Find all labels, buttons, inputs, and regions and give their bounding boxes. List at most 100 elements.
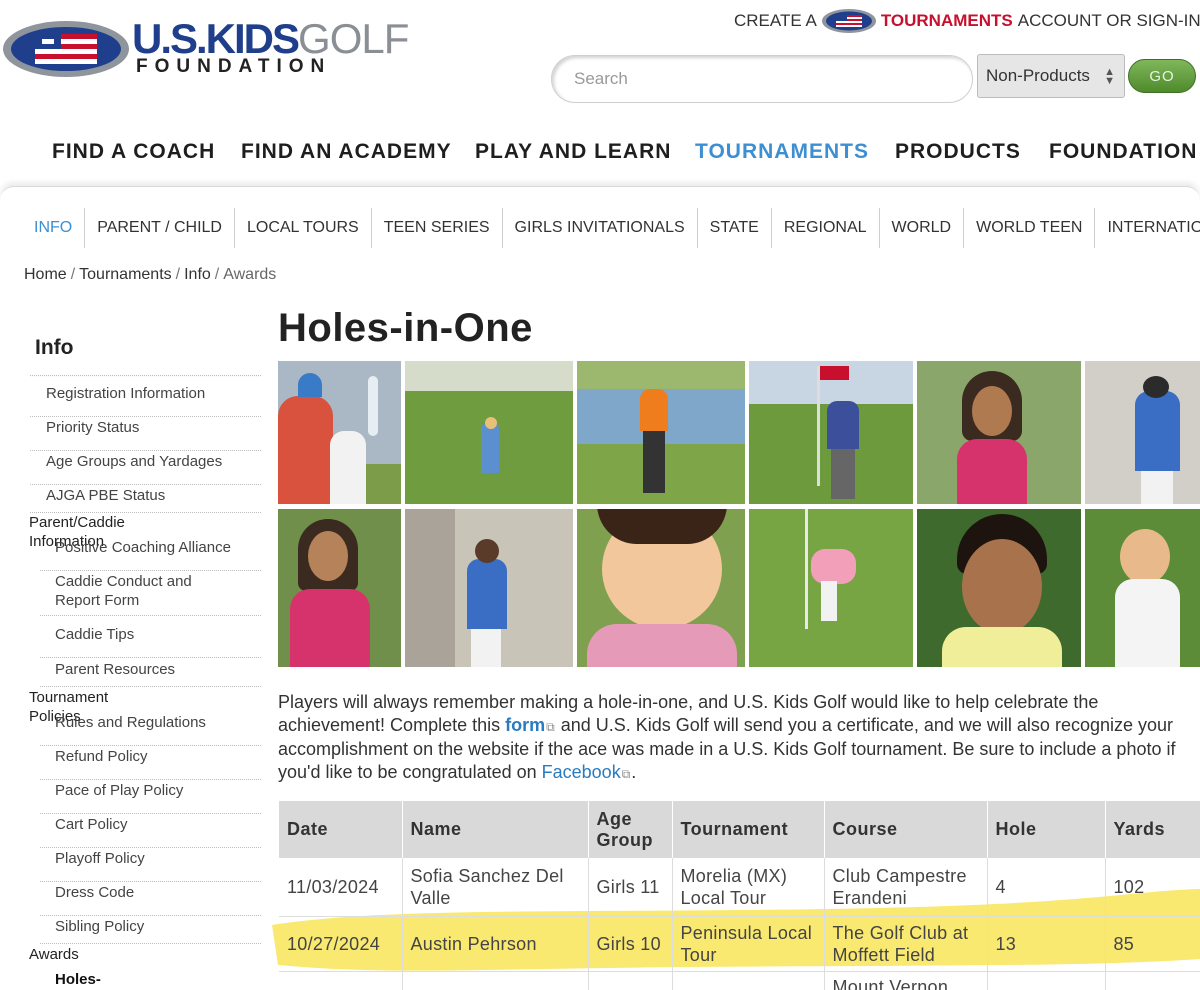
cell-tournament: Peninsula Local Tour [672, 916, 825, 972]
sidebar-item-holes-in-one[interactable]: Holes-in-One [40, 970, 101, 990]
sidebar-item-sibling-policy[interactable]: Sibling Policy [40, 917, 261, 944]
logo-subtitle: FOUNDATION [136, 56, 332, 77]
subnav-girls-invitationals[interactable]: GIRLS INVITATIONALS [501, 208, 697, 248]
search-field[interactable] [551, 55, 973, 103]
cell-course: The Golf Club at Moffett Field [824, 916, 988, 972]
account-link[interactable]: CREATE A TOURNAMENTS ACCOUNT OR SIGN-IN [734, 8, 1200, 34]
external-link-icon: ⧉ [621, 766, 631, 781]
subnav-world-teen[interactable]: WORLD TEEN [963, 208, 1094, 248]
account-tournaments: TOURNAMENTS [880, 11, 1013, 30]
chevron-updown-icon: ▲ ▼ [1104, 66, 1115, 87]
sidebar-item-playoff-policy[interactable]: Playoff Policy [40, 849, 261, 882]
photo-gallery [278, 361, 1200, 667]
nav-tournaments[interactable]: TOURNAMENTS [695, 140, 869, 164]
gallery-photo [577, 361, 745, 504]
go-button[interactable]: GO [1128, 59, 1196, 93]
sidebar-item-positive-coaching-alliance[interactable]: Positive Coaching Alliance [40, 538, 261, 571]
nav-find-an-academy[interactable]: FIND AN ACADEMY [241, 140, 452, 164]
breadcrumb: Home / Tournaments / Info / Awards [24, 266, 277, 283]
flag-logo-icon [3, 21, 129, 77]
gallery-photo [405, 509, 573, 667]
cell-age-group: Girls 10 [588, 916, 673, 972]
sidebar-item-refund-policy[interactable]: Refund Policy [40, 747, 261, 780]
cell-yards: 102 [1105, 858, 1200, 917]
nav-foundation[interactable]: FOUNDATION [1049, 140, 1197, 164]
sidebar-title: Info [35, 336, 74, 359]
col-header-name: Name [402, 801, 589, 858]
cell-tournament [672, 971, 825, 990]
nav-products[interactable]: PRODUCTS [895, 140, 1021, 164]
subnav-international[interactable]: INTERNATIONAL [1094, 208, 1200, 248]
cell-name: Austin Pehrson [402, 916, 589, 972]
search-input[interactable] [552, 56, 972, 102]
cell-course: Mount Vernon [824, 971, 988, 990]
cell-yards: 85 [1105, 916, 1200, 972]
sidebar-item-cart-policy[interactable]: Cart Policy [40, 815, 261, 848]
main-nav: FIND A COACH FIND AN ACADEMY PLAY AND LE… [0, 140, 1200, 172]
col-header-course: Course [824, 801, 988, 858]
subnav-parent-child[interactable]: PARENT / CHILD [84, 208, 234, 248]
subnav-info[interactable]: INFO [24, 208, 84, 248]
flag-icon [821, 9, 876, 33]
sidebar-item-rules-and-regulations[interactable]: Rules and Regulations [40, 713, 261, 746]
sidebar-item-pace-of-play-policy[interactable]: Pace of Play Policy [40, 781, 261, 814]
cell-date: 11/03/2024 [279, 858, 403, 917]
breadcrumb-current: Awards [223, 266, 277, 283]
gallery-photo [917, 509, 1081, 667]
gallery-photo [1085, 361, 1200, 504]
cell-age-group: Girls 11 [588, 858, 673, 917]
sidebar-item-caddie-tips[interactable]: Caddie Tips [40, 625, 261, 658]
sidebar-item-registration-information[interactable]: Registration Information [30, 384, 261, 417]
account-prefix: CREATE A [734, 11, 817, 30]
subnav-world[interactable]: WORLD [878, 208, 964, 248]
sidebar-item-ajga-pbe-status[interactable]: AJGA PBE Status [30, 486, 261, 513]
external-link-icon: ⧉ [546, 719, 555, 734]
site-logo[interactable]: U.S.KIDSGOLF FOUNDATION [0, 0, 409, 90]
subnav-local-tours[interactable]: LOCAL TOURS [233, 208, 371, 248]
nav-play-and-learn[interactable]: PLAY AND LEARN [475, 140, 671, 164]
gallery-photo [577, 509, 745, 667]
table-row: Mount Vernon [279, 971, 1200, 990]
gallery-photo [917, 361, 1081, 504]
facebook-link[interactable]: Facebook [542, 762, 621, 782]
cell-hole: 4 [987, 858, 1106, 917]
table-row: 10/27/2024 Austin Pehrson Girls 10 Penin… [279, 916, 1200, 972]
cell-date: 10/27/2024 [279, 916, 403, 972]
form-link[interactable]: form [505, 715, 545, 735]
sub-nav: INFO PARENT / CHILD LOCAL TOURS TEEN SER… [24, 208, 1200, 248]
gallery-photo [278, 361, 401, 504]
nav-find-a-coach[interactable]: FIND A COACH [52, 140, 215, 164]
col-header-tournament: Tournament [672, 801, 825, 858]
col-header-yards: Yards [1105, 801, 1200, 858]
col-header-date: Date [279, 801, 403, 858]
breadcrumb-tournaments[interactable]: Tournaments [79, 266, 172, 283]
nav-divider [0, 186, 1200, 200]
gallery-photo [1085, 509, 1200, 667]
cell-course: Club Campestre Erandeni [824, 858, 988, 917]
cell-date [279, 971, 403, 990]
breadcrumb-home[interactable]: Home [24, 266, 67, 283]
product-type-select[interactable]: Non-Products ▲ ▼ [977, 54, 1125, 98]
cell-hole [987, 971, 1106, 990]
cell-name [402, 971, 589, 990]
gallery-photo [749, 509, 913, 667]
logo-wordmark: U.S.KIDSGOLF [132, 15, 409, 62]
breadcrumb-info[interactable]: Info [184, 266, 211, 283]
table-row: 11/03/2024 Sofia Sanchez Del Valle Girls… [279, 858, 1200, 917]
subnav-regional[interactable]: REGIONAL [770, 208, 879, 248]
intro-paragraph: Players will always remember making a ho… [278, 692, 1176, 782]
holes-in-one-table: Date Name Age Group Tournament Course Ho… [279, 801, 1200, 990]
sidebar-item-dress-code[interactable]: Dress Code [40, 883, 261, 916]
gallery-photo [278, 509, 401, 667]
sidebar-item-age-groups-and-yardages[interactable]: Age Groups and Yardages [30, 452, 261, 485]
cell-name: Sofia Sanchez Del Valle [402, 858, 589, 917]
cell-age-group [588, 971, 673, 990]
cell-tournament: Morelia (MX) Local Tour [672, 858, 825, 917]
sidebar-item-parent-resources[interactable]: Parent Resources [40, 660, 261, 687]
sidebar-item-caddie-conduct[interactable]: Caddie Conduct and Report Form [40, 572, 261, 616]
sidebar-item-priority-status[interactable]: Priority Status [30, 418, 261, 451]
sidebar-heading-awards[interactable]: Awards [29, 945, 79, 964]
page-title: Holes-in-One [278, 306, 533, 350]
subnav-state[interactable]: STATE [696, 208, 771, 248]
subnav-teen-series[interactable]: TEEN SERIES [370, 208, 502, 248]
